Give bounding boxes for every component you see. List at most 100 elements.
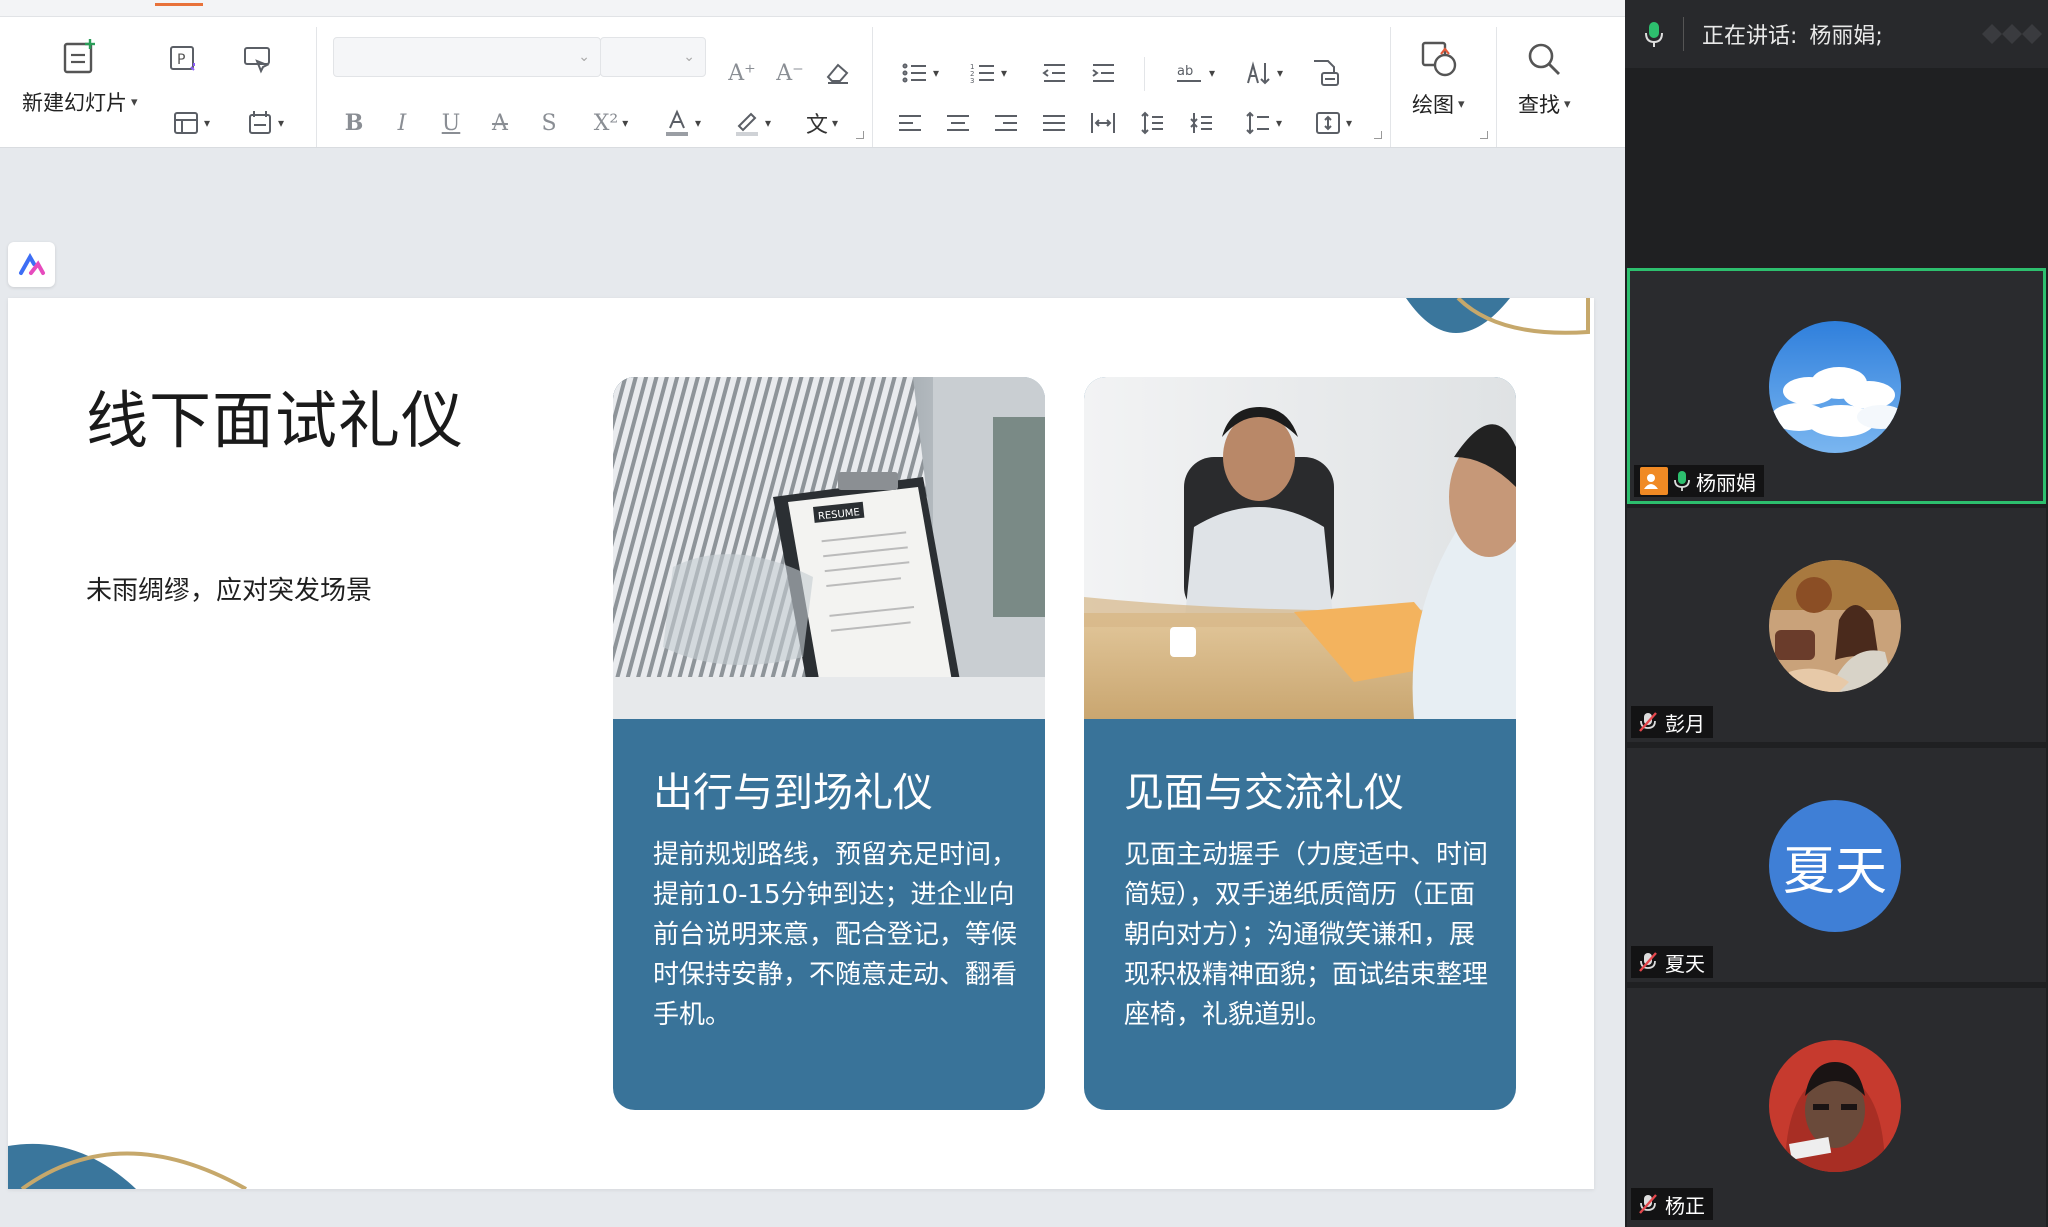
align-right-icon: [995, 115, 1017, 131]
increase-font-button[interactable]: A⁺: [724, 55, 760, 91]
content-card-meeting[interactable]: 见面与交流礼仪 见面主动握手（力度适中、时间简短），双手递纸质简历（正面朝向对方…: [1084, 377, 1516, 1110]
superscript-button[interactable]: X² ▾: [583, 105, 639, 141]
microphone-muted-icon: [1639, 952, 1657, 972]
photo-resume-image: RESUME: [613, 377, 1045, 719]
strikethrough-button[interactable]: A: [482, 105, 518, 141]
separator: [1496, 27, 1497, 147]
current-speaker-name: 杨丽娟;: [1809, 24, 1883, 49]
shadow-button[interactable]: S: [531, 105, 567, 141]
italic-button[interactable]: I: [384, 105, 420, 141]
card-text: 见面主动握手（力度适中、时间简短），双手递纸质简历（正面朝向对方）；沟通微笑谦和…: [1124, 840, 1489, 1030]
separator: [1683, 17, 1684, 51]
chevron-down-icon: ⌄: [578, 49, 590, 65]
avatar: [1769, 321, 1901, 453]
chevron-down-icon: ▾: [764, 116, 772, 130]
phonetic-button[interactable]: 文 ▾: [794, 105, 850, 141]
section-icon: [248, 111, 271, 134]
participant-tile-active[interactable]: 杨丽娟: [1627, 268, 2046, 504]
draw-button[interactable]: 绘图 ▾: [1412, 39, 1465, 119]
microphone-active-icon: [1645, 22, 1663, 47]
paragraph-dialog-launcher-icon[interactable]: [1374, 131, 1382, 139]
chevron-down-icon: ▾: [831, 116, 839, 130]
svg-text:ab: ab: [1177, 64, 1193, 79]
participant-name: 夏天: [1665, 951, 1705, 976]
slide-subtitle[interactable]: 未雨绸缪，应对突发场景: [86, 570, 372, 607]
participant-name-tag: 彭月: [1631, 706, 1713, 738]
participant-name-tag: 夏天: [1631, 946, 1713, 978]
content-card-travel[interactable]: RESUME 出行与到场礼仪 提前规划路线，预留充足时间，提前10-15分钟到达…: [613, 377, 1045, 1110]
text-direction-icon: ab: [1176, 64, 1201, 82]
superscript-icon: X²: [593, 110, 619, 136]
numbering-button[interactable]: 1 2 3 ▾: [964, 55, 1012, 91]
new-slide-button[interactable]: 新建幻灯片 ▾: [22, 37, 138, 117]
line-spacing-decrease-button[interactable]: [1183, 105, 1219, 141]
bold-button[interactable]: B: [336, 105, 372, 141]
decrease-font-button[interactable]: A⁻: [772, 55, 808, 91]
participant-tile[interactable]: 杨正: [1627, 988, 2046, 1227]
clear-format-button[interactable]: [818, 55, 858, 91]
increase-font-icon: A⁺: [728, 60, 756, 86]
draw-dialog-launcher-icon[interactable]: [1480, 131, 1488, 139]
chevron-down-icon: ▾: [203, 116, 211, 130]
active-tab-indicator: [155, 3, 203, 6]
sort-button[interactable]: ▾: [1236, 55, 1290, 91]
font-color-button[interactable]: ▾: [654, 105, 710, 141]
bullets-button[interactable]: ▾: [896, 55, 944, 91]
vertical-align-button[interactable]: ▾: [1306, 105, 1360, 141]
avatar-initials: 夏天: [1769, 800, 1901, 932]
ribbon-toolbar: 新建幻灯片 ▾ P ▾ ▾ ⌄ ⌄ A⁺ A⁻ B I U A S X² ▾ ▾…: [0, 17, 1625, 148]
font-size-select[interactable]: ⌄: [600, 37, 706, 77]
layout-switch-icon[interactable]: [1972, 14, 2042, 54]
chevron-down-icon: ▾: [1345, 116, 1353, 130]
chevron-down-icon: ▾: [1564, 96, 1571, 112]
tab-strip: [0, 0, 1625, 17]
sky-clouds-avatar-image: [1769, 321, 1901, 453]
text-direction-button[interactable]: ab ▾: [1168, 55, 1222, 91]
convert-smartart-button[interactable]: [1306, 53, 1346, 93]
layout-button[interactable]: ▾: [163, 105, 219, 141]
new-slide-icon: [63, 39, 95, 74]
font-color-icon: [665, 109, 688, 136]
separator: [1144, 57, 1145, 91]
photo-avatar-image: [1769, 1040, 1901, 1172]
distribute-button[interactable]: [1085, 105, 1121, 141]
spacing-options-button[interactable]: ▾: [1236, 105, 1290, 141]
align-left-button[interactable]: [892, 105, 928, 141]
new-slide-label: 新建幻灯片: [22, 91, 127, 115]
participant-tile[interactable]: 彭月: [1627, 508, 2046, 742]
svg-text:3: 3: [970, 77, 974, 85]
phonetic-guide-icon: 文: [805, 113, 828, 138]
justify-button[interactable]: [1036, 105, 1072, 141]
distribute-icon: [1091, 113, 1115, 133]
line-spacing-increase-button[interactable]: [1134, 105, 1170, 141]
bullet-list-icon: [902, 63, 926, 83]
chevron-down-icon: ▾: [277, 116, 285, 130]
ai-assistant-button[interactable]: [8, 242, 55, 287]
decrease-font-icon: A⁻: [776, 60, 804, 86]
shapes-icon: [1422, 41, 1457, 77]
para-spacing-icon: [1190, 113, 1212, 133]
participant-tile[interactable]: 夏天 夏天: [1627, 748, 2046, 982]
increase-indent-button[interactable]: [1085, 55, 1121, 91]
find-button[interactable]: 查找 ▾: [1518, 39, 1571, 119]
underline-button[interactable]: U: [433, 105, 469, 141]
slide-title[interactable]: 线下面试礼仪: [86, 370, 464, 460]
highlight-button[interactable]: ▾: [724, 105, 780, 141]
participant-name-tag: 杨正: [1631, 1188, 1713, 1220]
section-button[interactable]: ▾: [237, 105, 293, 141]
slide-select-button[interactable]: [237, 39, 277, 79]
decrease-indent-button[interactable]: [1036, 55, 1072, 91]
align-right-button[interactable]: [988, 105, 1024, 141]
sort-icon: [1247, 61, 1270, 85]
spacing-options-icon: [1246, 111, 1269, 135]
ai-layout-button[interactable]: P: [163, 39, 203, 79]
text-shadow-icon: S: [541, 110, 557, 136]
chevron-down-icon: ▾: [1208, 66, 1216, 80]
font-name-select[interactable]: ⌄: [333, 37, 601, 77]
align-center-button[interactable]: [940, 105, 976, 141]
slide-canvas[interactable]: 线下面试礼仪 未雨绸缪，应对突发场景 RESUME 出行与到场礼仪 提前规划路线…: [8, 298, 1594, 1189]
chevron-down-icon: ▾: [1276, 66, 1284, 80]
chevron-down-icon: ▾: [131, 94, 138, 110]
ai-assistant-icon: [18, 252, 45, 275]
font-dialog-launcher-icon[interactable]: [856, 131, 864, 139]
